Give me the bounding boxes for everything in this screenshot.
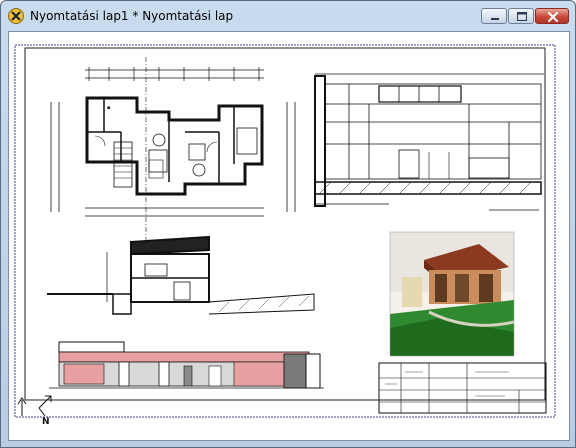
3d-render-image[interactable] — [389, 231, 515, 357]
close-button[interactable] — [535, 8, 569, 24]
floor-plan-drawing[interactable]: ▪ — [50, 57, 296, 252]
layout-sheet-canvas[interactable]: ▪ N — [9, 32, 569, 440]
building-section-drawing[interactable] — [47, 235, 315, 315]
maximize-icon — [517, 12, 527, 21]
section-detail-drawing[interactable] — [314, 73, 544, 211]
title-block[interactable] — [378, 362, 547, 414]
svg-text:▪: ▪ — [107, 105, 110, 111]
app-window: Nyomtatási lap1 * Nyomtatási lap ▪ N — [0, 0, 576, 448]
archicad-x-icon — [8, 8, 24, 24]
north-arrow-label: N — [42, 417, 50, 427]
maximize-button[interactable] — [508, 8, 534, 24]
facade-elevation-drawing[interactable] — [49, 341, 324, 389]
window-title: Nyomtatási lap1 * Nyomtatási lap — [30, 9, 234, 23]
minimize-icon — [491, 18, 499, 20]
minimize-button[interactable] — [481, 8, 507, 24]
north-arrow-icon — [17, 395, 52, 417]
layout-sheet-viewport[interactable]: ▪ N — [8, 31, 570, 441]
close-icon — [547, 11, 559, 23]
title-bar[interactable]: Nyomtatási lap1 * Nyomtatási lap — [1, 1, 575, 31]
